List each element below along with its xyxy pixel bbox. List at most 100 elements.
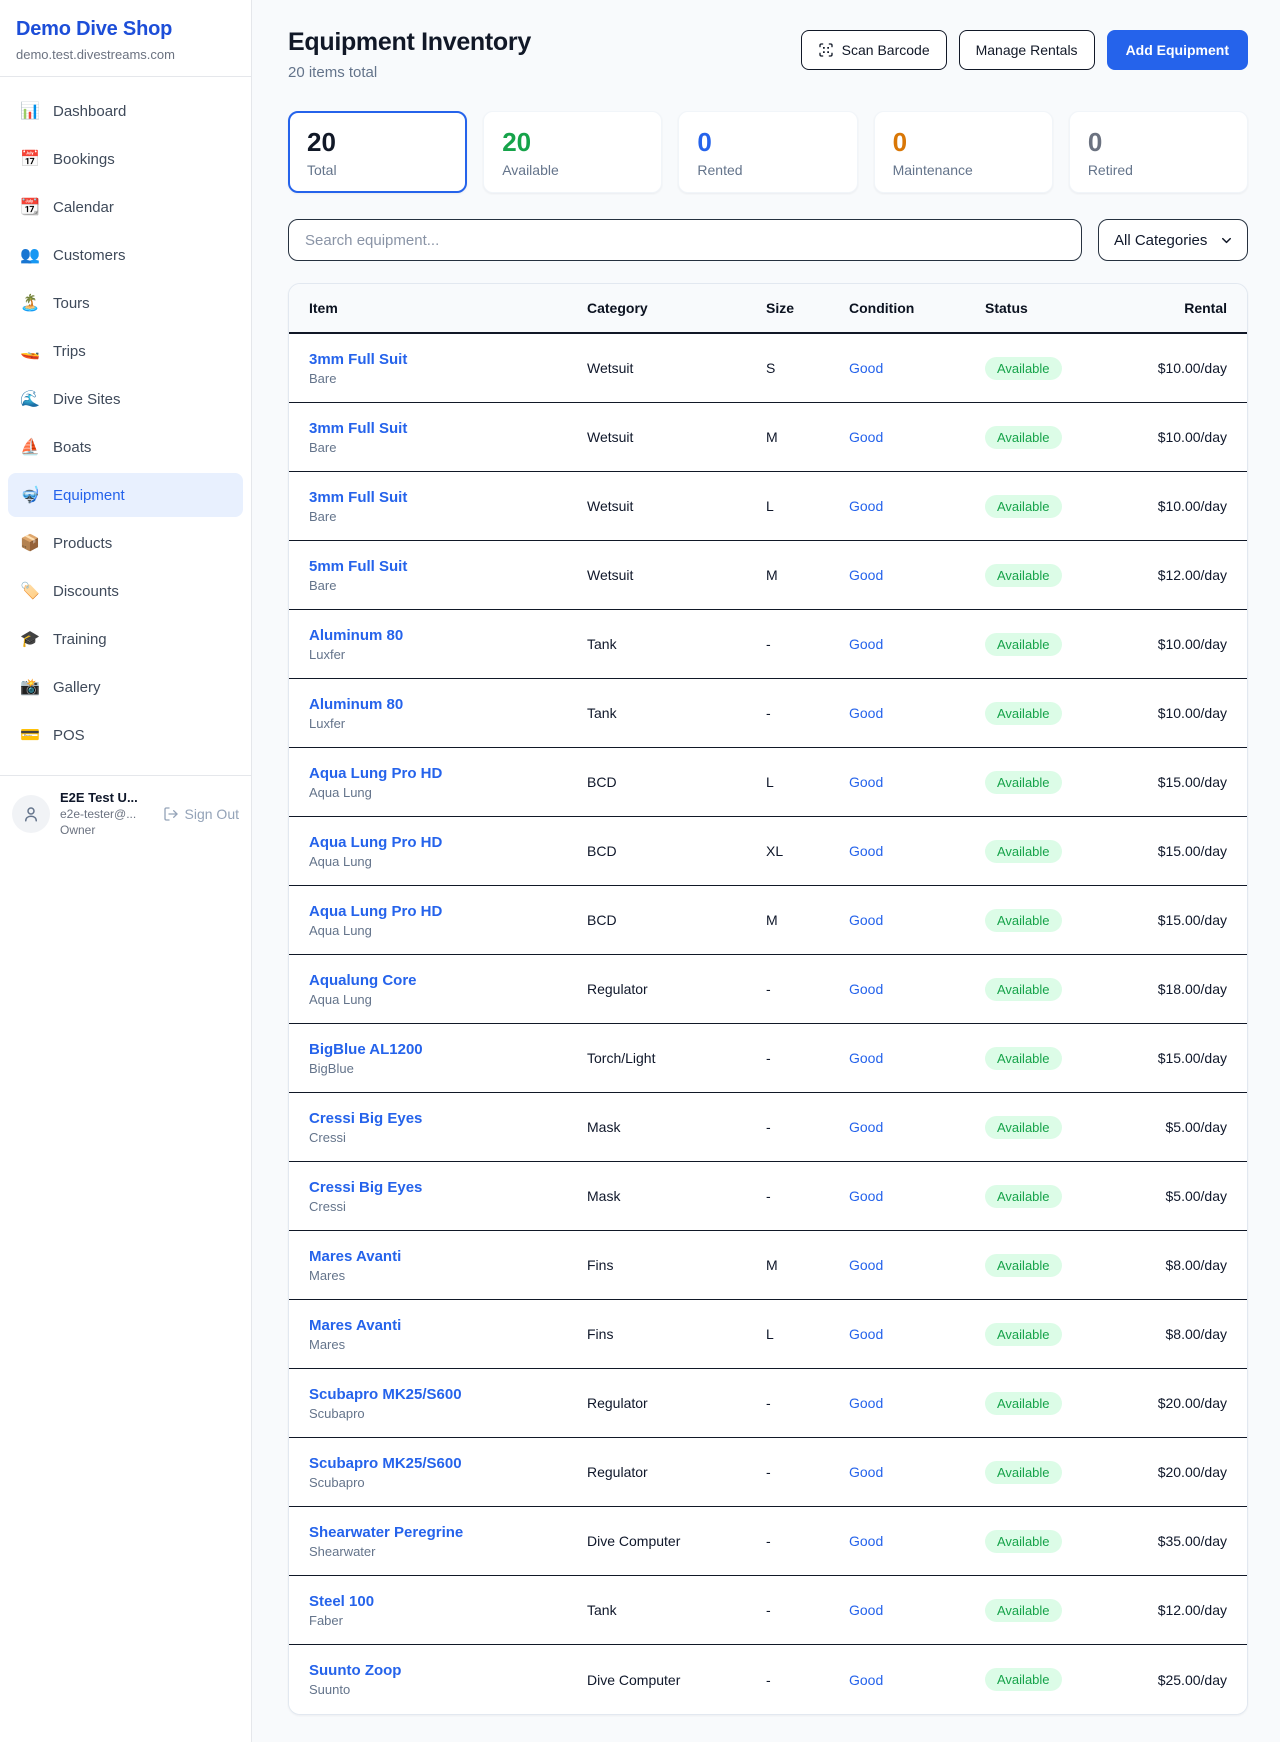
column-header-item: Item xyxy=(309,300,587,316)
condition-link[interactable]: Good xyxy=(849,1050,985,1066)
sidebar-item[interactable]: 🏝️ Tours xyxy=(8,281,243,325)
item-brand: Bare xyxy=(309,578,587,593)
item-cell: Mares Avanti Mares xyxy=(309,1248,587,1283)
item-name-link[interactable]: Suunto Zoop xyxy=(309,1662,587,1679)
sidebar-item[interactable]: 🎓 Training xyxy=(8,617,243,661)
stat-card[interactable]: 0 Rented xyxy=(678,111,857,193)
item-name-link[interactable]: Aqualung Core xyxy=(309,972,587,989)
table-row: BigBlue AL1200 BigBlue Torch/Light - Goo… xyxy=(289,1024,1247,1093)
condition-link[interactable]: Good xyxy=(849,429,985,445)
stat-card[interactable]: 20 Total xyxy=(288,111,467,193)
item-name-link[interactable]: Aqua Lung Pro HD xyxy=(309,765,587,782)
sidebar-item[interactable]: 🚤 Trips xyxy=(8,329,243,373)
sidebar-item-label: POS xyxy=(53,727,85,744)
condition-link[interactable]: Good xyxy=(849,981,985,997)
manage-rentals-button[interactable]: Manage Rentals xyxy=(959,30,1095,70)
item-name-link[interactable]: Aqua Lung Pro HD xyxy=(309,834,587,851)
size-cell: XL xyxy=(766,843,849,859)
size-cell: L xyxy=(766,498,849,514)
condition-link[interactable]: Good xyxy=(849,1188,985,1204)
sidebar-item[interactable]: 📅 Bookings xyxy=(8,137,243,181)
condition-link[interactable]: Good xyxy=(849,774,985,790)
item-cell: Steel 100 Faber xyxy=(309,1593,587,1628)
item-name-link[interactable]: 3mm Full Suit xyxy=(309,351,587,368)
condition-link[interactable]: Good xyxy=(849,1395,985,1411)
item-name-link[interactable]: Shearwater Peregrine xyxy=(309,1524,587,1541)
condition-link[interactable]: Good xyxy=(849,1119,985,1135)
sidebar-item[interactable]: 🤿 Equipment xyxy=(8,473,243,517)
item-name-link[interactable]: 5mm Full Suit xyxy=(309,558,587,575)
item-name-link[interactable]: Cressi Big Eyes xyxy=(309,1179,587,1196)
condition-link[interactable]: Good xyxy=(849,1533,985,1549)
condition-link[interactable]: Good xyxy=(849,636,985,652)
item-name-link[interactable]: Aqua Lung Pro HD xyxy=(309,903,587,920)
sidebar-item[interactable]: 👥 Customers xyxy=(8,233,243,277)
sidebar-item[interactable]: ⛵ Boats xyxy=(8,425,243,469)
rental-price: $5.00/day xyxy=(1097,1188,1227,1204)
item-name-link[interactable]: Mares Avanti xyxy=(309,1317,587,1334)
item-cell: Aqua Lung Pro HD Aqua Lung xyxy=(309,765,587,800)
category-cell: BCD xyxy=(587,843,766,859)
table-row: Mares Avanti Mares Fins L Good Available… xyxy=(289,1300,1247,1369)
condition-link[interactable]: Good xyxy=(849,498,985,514)
sidebar-item[interactable]: 📆 Calendar xyxy=(8,185,243,229)
condition-link[interactable]: Good xyxy=(849,1672,985,1688)
status-cell: Available xyxy=(985,909,1097,932)
sidebar-item-label: Tours xyxy=(53,295,90,312)
item-name-link[interactable]: 3mm Full Suit xyxy=(309,489,587,506)
table-row: Aqua Lung Pro HD Aqua Lung BCD XL Good A… xyxy=(289,817,1247,886)
condition-link[interactable]: Good xyxy=(849,1257,985,1273)
sidebar-item[interactable]: 📦 Products xyxy=(8,521,243,565)
sidebar-item[interactable]: 🏷️ Discounts xyxy=(8,569,243,613)
stats-row: 20 Total 20 Available 0 Rented 0 Mainten… xyxy=(288,111,1248,193)
sidebar-item-label: Trips xyxy=(53,343,86,360)
table-header-row: Item Category Size Condition Status Rent… xyxy=(289,284,1247,334)
sign-out-icon xyxy=(163,806,179,822)
category-cell: Dive Computer xyxy=(587,1533,766,1549)
stat-card[interactable]: 0 Retired xyxy=(1069,111,1248,193)
condition-link[interactable]: Good xyxy=(849,912,985,928)
condition-link[interactable]: Good xyxy=(849,567,985,583)
status-cell: Available xyxy=(985,771,1097,794)
sidebar-item-label: Equipment xyxy=(53,487,125,504)
condition-link[interactable]: Good xyxy=(849,360,985,376)
condition-link[interactable]: Good xyxy=(849,843,985,859)
category-cell: Regulator xyxy=(587,1464,766,1480)
item-name-link[interactable]: Aluminum 80 xyxy=(309,627,587,644)
rental-price: $10.00/day xyxy=(1097,498,1227,514)
category-select[interactable]: All Categories xyxy=(1098,219,1248,261)
sidebar-item[interactable]: 📊 Dashboard xyxy=(8,89,243,133)
stat-card[interactable]: 0 Maintenance xyxy=(874,111,1053,193)
item-brand: Bare xyxy=(309,371,587,386)
condition-link[interactable]: Good xyxy=(849,705,985,721)
column-header-category: Category xyxy=(587,300,766,316)
condition-link[interactable]: Good xyxy=(849,1326,985,1342)
sidebar-item[interactable]: 📸 Gallery xyxy=(8,665,243,709)
sign-out-button[interactable]: Sign Out xyxy=(163,806,239,822)
item-brand: Scubapro xyxy=(309,1475,587,1490)
scan-barcode-button[interactable]: Scan Barcode xyxy=(801,30,947,70)
item-name-link[interactable]: 3mm Full Suit xyxy=(309,420,587,437)
gallery-icon: 📸 xyxy=(20,677,40,697)
condition-link[interactable]: Good xyxy=(849,1464,985,1480)
add-equipment-button[interactable]: Add Equipment xyxy=(1107,30,1248,70)
item-name-link[interactable]: Cressi Big Eyes xyxy=(309,1110,587,1127)
sidebar-item[interactable]: 🌊 Dive Sites xyxy=(8,377,243,421)
table-row: Steel 100 Faber Tank - Good Available $1… xyxy=(289,1576,1247,1645)
size-cell: M xyxy=(766,912,849,928)
item-name-link[interactable]: Aluminum 80 xyxy=(309,696,587,713)
status-cell: Available xyxy=(985,1185,1097,1208)
stat-card[interactable]: 20 Available xyxy=(483,111,662,193)
item-name-link[interactable]: Steel 100 xyxy=(309,1593,587,1610)
search-input[interactable] xyxy=(288,219,1082,261)
condition-link[interactable]: Good xyxy=(849,1602,985,1618)
rental-price: $18.00/day xyxy=(1097,981,1227,997)
item-name-link[interactable]: Scubapro MK25/S600 xyxy=(309,1455,587,1472)
item-name-link[interactable]: Mares Avanti xyxy=(309,1248,587,1265)
status-cell: Available xyxy=(985,564,1097,587)
training-icon: 🎓 xyxy=(20,629,40,649)
item-name-link[interactable]: Scubapro MK25/S600 xyxy=(309,1386,587,1403)
item-name-link[interactable]: BigBlue AL1200 xyxy=(309,1041,587,1058)
item-brand: Aqua Lung xyxy=(309,992,587,1007)
sidebar-item[interactable]: 💳 POS xyxy=(8,713,243,757)
